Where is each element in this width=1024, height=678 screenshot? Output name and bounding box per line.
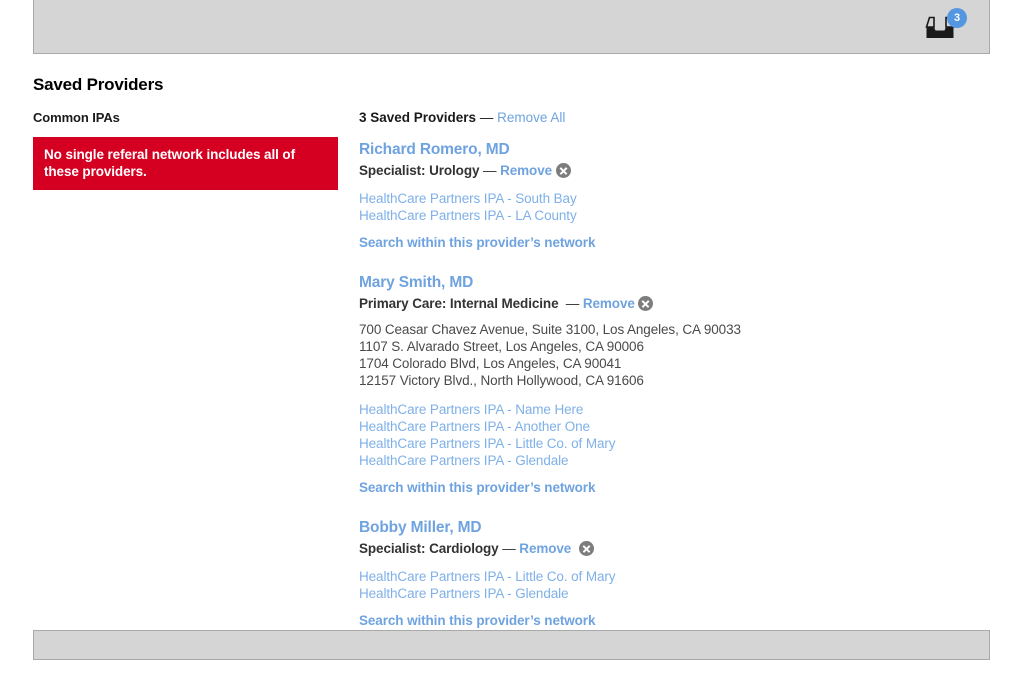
ipa-network-link[interactable]: HealthCare Partners IPA - Glendale (359, 585, 959, 602)
saved-providers-header: 3 Saved Providers — Remove All (359, 110, 959, 125)
ipa-network-link[interactable]: HealthCare Partners IPA - South Bay (359, 190, 959, 207)
provider-ipa-list: HealthCare Partners IPA - Name Here Healt… (359, 401, 959, 469)
common-ipas-sidebar: Common IPAs No single referal network in… (33, 110, 338, 190)
remove-provider-x-icon[interactable] (638, 296, 654, 311)
provider-specialty: Primary Care: Internal Medicine (359, 296, 559, 311)
remove-provider-link[interactable]: Remove (519, 541, 571, 556)
provider-address: 700 Ceasar Chavez Avenue, Suite 3100, Lo… (359, 322, 741, 337)
ipa-network-link[interactable]: HealthCare Partners IPA - LA County (359, 207, 959, 224)
meta-gap (571, 541, 578, 556)
provider-addresses: 700 Ceasar Chavez Avenue, Suite 3100, Lo… (359, 321, 959, 389)
providers-container: Richard Romero, MD Specialist: Urology — … (359, 141, 959, 628)
provider-card: Richard Romero, MD Specialist: Urology — … (359, 141, 959, 250)
provider-meta-row: Specialist: Cardiology — Remove (359, 541, 959, 556)
provider-card: Mary Smith, MD Primary Care: Internal Med… (359, 274, 959, 495)
remove-all-link[interactable]: Remove All (497, 110, 565, 125)
saved-providers-count: 3 Saved Providers (359, 110, 477, 125)
search-provider-network-link[interactable]: Search within this provider’s network (359, 235, 959, 250)
provider-meta-row: Primary Care: Internal Medicine — Remove (359, 296, 959, 311)
provider-ipa-list: HealthCare Partners IPA - South Bay Healt… (359, 190, 959, 224)
ipa-network-link[interactable]: HealthCare Partners IPA - Another One (359, 418, 959, 435)
provider-name-link[interactable]: Bobby Miller, MD (359, 519, 959, 537)
provider-card: Bobby Miller, MD Specialist: Cardiology —… (359, 519, 959, 628)
top-toolbar-panel: 3 (33, 0, 990, 54)
remove-provider-x-icon[interactable] (555, 163, 571, 178)
provider-name-link[interactable]: Mary Smith, MD (359, 274, 959, 292)
provider-ipa-list: HealthCare Partners IPA - Little Co. of … (359, 568, 959, 602)
provider-specialty: Specialist: Cardiology (359, 541, 499, 556)
provider-address: 1704 Colorado Blvd, Los Angeles, CA 9004… (359, 356, 622, 371)
common-ipas-heading: Common IPAs (33, 110, 120, 125)
search-provider-network-link[interactable]: Search within this provider’s network (359, 480, 959, 495)
provider-name-link[interactable]: Richard Romero, MD (359, 141, 959, 159)
meta-separator-dash: — (479, 163, 501, 178)
header-em-dash: — (479, 110, 494, 125)
page-title: Saved Providers (33, 75, 164, 94)
page-root: 3 Saved Providers Common IPAs No single … (0, 0, 1024, 678)
no-common-network-alert: No single referal network includes all o… (33, 137, 338, 190)
ipa-network-link[interactable]: HealthCare Partners IPA - Name Here (359, 401, 959, 418)
ipa-network-link[interactable]: HealthCare Partners IPA - Glendale (359, 452, 959, 469)
ipa-network-link[interactable]: HealthCare Partners IPA - Little Co. of … (359, 435, 959, 452)
inbox-badge-count: 3 (947, 8, 967, 28)
search-provider-network-link[interactable]: Search within this provider’s network (359, 613, 959, 628)
provider-address: 1107 S. Alvarado Street, Los Angeles, CA… (359, 339, 644, 354)
provider-meta-row: Specialist: Urology — Remove (359, 163, 959, 178)
ipa-network-link[interactable]: HealthCare Partners IPA - Little Co. of … (359, 568, 959, 585)
provider-address: 12157 Victory Blvd., North Hollywood, CA… (359, 373, 644, 388)
footer-bar (33, 630, 990, 660)
meta-separator-dash: — (558, 296, 583, 311)
provider-specialty: Specialist: Urology (359, 163, 480, 178)
meta-separator-dash: — (498, 541, 520, 556)
inbox-button[interactable]: 3 (925, 8, 969, 48)
remove-provider-link[interactable]: Remove (500, 163, 552, 178)
remove-provider-link[interactable]: Remove (583, 296, 635, 311)
remove-provider-x-icon[interactable] (578, 541, 594, 556)
saved-providers-list: 3 Saved Providers — Remove All Richard R… (359, 110, 959, 652)
